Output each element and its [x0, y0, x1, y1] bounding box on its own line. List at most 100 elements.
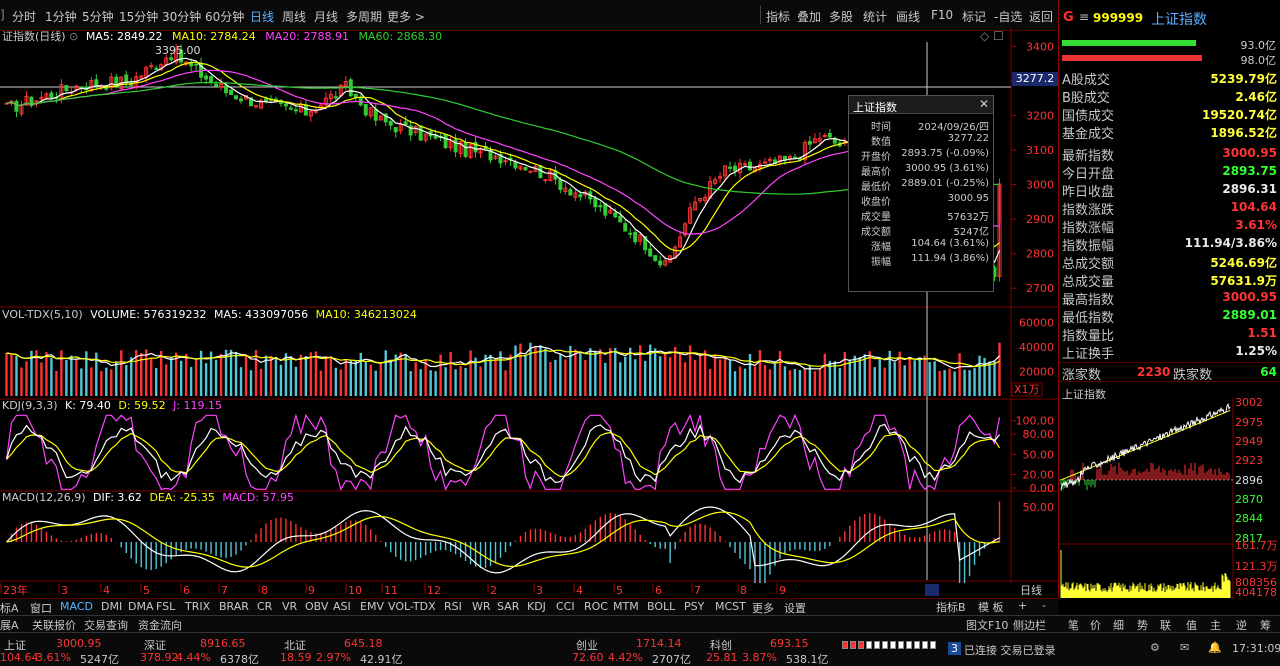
- volume-bar: [629, 347, 632, 396]
- right-toolbar-item[interactable]: 侧边栏: [1013, 617, 1046, 633]
- indicator-tab[interactable]: ASI: [333, 600, 351, 613]
- candle-body: [214, 83, 219, 87]
- period-tab-fenshi[interactable]: 分时: [12, 8, 36, 25]
- sub-tab[interactable]: 资金流向: [138, 617, 182, 633]
- indicator-tab[interactable]: CR: [257, 600, 272, 613]
- right-toolbar-item[interactable]: 价: [1090, 617, 1101, 633]
- indicator-tab[interactable]: MCST: [715, 600, 746, 613]
- tool-multistock[interactable]: 多股: [829, 8, 853, 25]
- period-tab-more[interactable]: 更多 >: [387, 8, 425, 25]
- period-tab-daily[interactable]: 日线: [250, 8, 274, 25]
- indicator-tab[interactable]: RSI: [444, 600, 462, 613]
- volume-bar: [663, 353, 667, 396]
- period-tab-weekly[interactable]: 周线: [282, 8, 306, 25]
- indicator-tab[interactable]: BRAR: [219, 600, 249, 613]
- volume-bar: [479, 366, 482, 396]
- tool-overlay[interactable]: 叠加: [797, 8, 821, 25]
- indicator-tab[interactable]: 标A: [0, 600, 19, 616]
- volume-bar: [564, 359, 567, 396]
- indicator-tab[interactable]: MTM: [613, 600, 639, 613]
- chart-window-icons[interactable]: ◇ ☐: [980, 29, 1004, 43]
- volume-bar: [279, 364, 283, 396]
- candle-body: [124, 74, 129, 83]
- candle-body: [229, 89, 234, 96]
- right-toolbar-item[interactable]: 势: [1137, 617, 1148, 633]
- indicator-tab[interactable]: FSL: [156, 600, 175, 613]
- tool-back[interactable]: 返回: [1029, 8, 1053, 25]
- tool-mark[interactable]: 标记: [962, 8, 986, 25]
- indicator-tab-right[interactable]: -: [1042, 599, 1046, 612]
- volume-bar: [429, 370, 432, 396]
- period-tab-30min[interactable]: 30分钟: [162, 8, 201, 25]
- tool-statistics[interactable]: 统计: [863, 8, 887, 25]
- right-toolbar-item[interactable]: 筹: [1260, 617, 1271, 633]
- kdj-legend: KDJ(9,3,3) K: 79.40 D: 59.52 J: 119.15: [2, 399, 222, 412]
- indicator-tab[interactable]: SAR: [497, 600, 519, 613]
- indicator-tab-right[interactable]: +: [1018, 599, 1027, 612]
- sub-tab[interactable]: 交易查询: [84, 617, 128, 633]
- period-tab-5min[interactable]: 5分钟: [82, 8, 114, 25]
- period-tab-1min[interactable]: 1分钟: [45, 8, 77, 25]
- volume-bar: [549, 362, 552, 396]
- indicator-tab-right[interactable]: 指标B: [936, 599, 966, 615]
- indicator-tab[interactable]: CCI: [556, 600, 575, 613]
- period-tab-15min[interactable]: 15分钟: [119, 8, 158, 25]
- indicator-tab[interactable]: 设置: [784, 600, 806, 616]
- tool-f10[interactable]: F10: [931, 8, 953, 22]
- date-tick-label: 4: [103, 584, 110, 597]
- period-tab-multi[interactable]: 多周期: [346, 8, 382, 25]
- indicator-tab[interactable]: VR: [282, 600, 297, 613]
- indicator-tab[interactable]: MACD: [60, 600, 93, 613]
- sub-tab[interactable]: 关联报价: [32, 617, 76, 633]
- right-toolbar-item[interactable]: 联: [1160, 617, 1171, 633]
- toolbar-separator: [760, 6, 761, 24]
- indicator-tab[interactable]: BOLL: [647, 600, 675, 613]
- date-tick-label: 2: [490, 584, 497, 597]
- indicator-tab[interactable]: VOL-TDX: [388, 600, 436, 613]
- volume-bar: [698, 354, 702, 396]
- volume-bar: [414, 362, 417, 396]
- indicator-tab[interactable]: 更多: [752, 600, 774, 616]
- popup-row: 涨幅 104.64 (3.61%): [849, 238, 993, 253]
- indicator-tab-right[interactable]: 模 板: [978, 599, 1004, 615]
- indicator-tab[interactable]: TRIX: [185, 600, 210, 613]
- tool-drawline[interactable]: 画线: [896, 8, 920, 25]
- indicator-tab[interactable]: OBV: [305, 600, 328, 613]
- volume-bar: [70, 355, 73, 396]
- kdj-tick-label: 50.00: [1023, 448, 1055, 461]
- menu-icon[interactable]: ≡: [1079, 10, 1089, 24]
- indicator-tab[interactable]: WR: [472, 600, 491, 613]
- right-toolbar-item[interactable]: 逆: [1236, 617, 1247, 633]
- right-toolbar-item[interactable]: 图文F10: [966, 617, 1008, 633]
- period-tab-monthly[interactable]: 月线: [314, 8, 338, 25]
- volume-bar: [150, 357, 153, 396]
- close-icon[interactable]: ✕: [979, 97, 989, 111]
- period-tab-60min[interactable]: 60分钟: [205, 8, 244, 25]
- connection-count[interactable]: 3: [948, 642, 961, 655]
- sell-volume-bar: [1062, 55, 1202, 61]
- volume-bar: [110, 369, 113, 396]
- right-toolbar-item[interactable]: 笔: [1068, 617, 1079, 633]
- indicator-tab[interactable]: 窗口: [30, 600, 52, 616]
- candle-body: [613, 212, 618, 218]
- right-toolbar-item[interactable]: 细: [1113, 617, 1124, 633]
- volume-bar: [304, 356, 308, 396]
- popup-row-value: 2893.75 (-0.09%): [901, 148, 989, 159]
- right-toolbar-item[interactable]: 值: [1186, 617, 1197, 633]
- indicator-tab[interactable]: DMI: [101, 600, 122, 613]
- indicator-tab[interactable]: KDJ: [527, 600, 546, 613]
- volume-bar: [978, 355, 981, 396]
- indicator-tab[interactable]: DMA: [128, 600, 154, 613]
- sub-tab[interactable]: 展A: [0, 617, 19, 633]
- intraday-mini-chart[interactable]: 30022975294929232896287028442817161.7万12…: [1059, 398, 1280, 598]
- right-toolbar-item[interactable]: 主: [1210, 617, 1221, 633]
- indicator-tab[interactable]: PSY: [684, 600, 704, 613]
- indicator-tab[interactable]: EMV: [360, 600, 384, 613]
- macd-legend: MACD(12,26,9) DIF: 3.62 DEA: -25.35 MACD…: [2, 491, 294, 504]
- chart-settings-icon[interactable]: ⊙: [69, 30, 78, 43]
- volume-bar: [60, 350, 63, 396]
- stat-value: 3.61%: [1235, 218, 1277, 232]
- tool-indicator[interactable]: 指标: [766, 8, 790, 25]
- indicator-tab[interactable]: ROC: [584, 600, 608, 613]
- tool-favorite[interactable]: -自选: [994, 8, 1022, 25]
